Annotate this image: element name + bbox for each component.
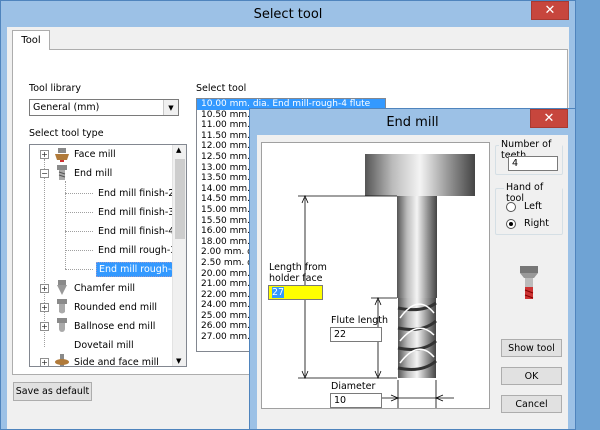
tool-type-label: Select tool type xyxy=(29,128,104,139)
expand-icon[interactable]: + xyxy=(40,358,49,366)
expand-icon[interactable]: + xyxy=(40,322,49,331)
scroll-up-icon[interactable]: ▲ xyxy=(176,146,181,154)
tree-item-label: Dovetail mill xyxy=(74,340,134,351)
expand-icon[interactable]: + xyxy=(40,303,49,312)
flute-length-label: Flute length xyxy=(331,315,388,326)
tool-holder xyxy=(365,154,475,196)
length-label-line2: holder face xyxy=(269,273,323,284)
close-icon: ✕ xyxy=(543,111,555,126)
length-field[interactable]: 27 xyxy=(268,285,323,300)
right-radio[interactable] xyxy=(506,219,516,229)
rounded-end-mill-icon xyxy=(57,299,67,314)
chevron-down-icon[interactable]: ▼ xyxy=(163,100,178,115)
scroll-down-icon[interactable]: ▼ xyxy=(176,357,181,365)
save-as-default-button[interactable]: Save as default xyxy=(13,382,92,401)
close-icon: ✕ xyxy=(544,3,556,18)
tree-item-label: Ballnose end mill xyxy=(74,321,156,332)
ok-label: OK xyxy=(524,370,539,382)
close-button[interactable]: ✕ xyxy=(531,1,569,20)
tree-item-label: Rounded end mill xyxy=(74,302,158,313)
show-tool-button[interactable]: Show tool xyxy=(501,339,562,357)
teeth-value: 4 xyxy=(512,158,519,169)
tree-item-label: End mill xyxy=(74,168,113,179)
teeth-group: Number of teeth 4 xyxy=(495,139,563,175)
diameter-field[interactable]: 10 xyxy=(330,393,382,408)
end-mill-dialog: End mill ✕ Length from holder face 27 Fl… xyxy=(249,108,576,430)
show-tool-label: Show tool xyxy=(508,342,555,354)
flute-length-value: 22 xyxy=(334,329,347,340)
window-title: Select tool xyxy=(253,6,323,22)
tool-library-select[interactable]: General (mm) ▼ xyxy=(29,99,179,116)
tool-shank xyxy=(397,196,437,298)
tree-item-label: End mill finish-3 xyxy=(98,207,175,218)
face-mill-icon xyxy=(55,148,69,162)
hand-group: Hand of tool Left Right xyxy=(495,182,563,235)
tool-library-value: General (mm) xyxy=(33,102,100,113)
tree-item-label: End mill finish-2 xyxy=(98,188,175,199)
tree-item-label: Side and face mill xyxy=(74,357,159,367)
tool-library-label: Tool library xyxy=(29,83,82,94)
tree-item-label: End mill finish-4 xyxy=(98,226,175,237)
tree-item-label-selected: End mill rough-4 xyxy=(96,262,181,277)
cancel-label: Cancel xyxy=(515,398,548,410)
length-value: 27 xyxy=(272,287,285,298)
scroll-thumb[interactable] xyxy=(175,159,185,239)
left-radio[interactable] xyxy=(506,202,516,212)
tree-scrollbar[interactable]: ▲ ▼ xyxy=(172,145,186,366)
end-mill-icon xyxy=(57,165,67,180)
tree-item-label: Chamfer mill xyxy=(74,283,136,294)
expand-icon[interactable]: + xyxy=(40,284,49,293)
select-tool-label: Select tool xyxy=(196,83,247,94)
tab-tool[interactable]: Tool xyxy=(12,30,50,50)
cancel-button[interactable]: Cancel xyxy=(501,395,562,413)
tree-item-label: Face mill xyxy=(74,149,116,160)
expand-icon[interactable]: + xyxy=(40,150,49,159)
end-mill-preview-icon xyxy=(520,266,538,299)
diameter-label: Diameter xyxy=(331,381,376,392)
dialog-close-button[interactable]: ✕ xyxy=(530,109,568,128)
tab-label: Tool xyxy=(21,35,41,46)
tool-diagram-panel: Length from holder face 27 Flute length … xyxy=(261,142,490,409)
tool-type-tree[interactable]: + Face mill − End mill End mill finish-2… xyxy=(29,144,187,367)
right-label: Right xyxy=(524,218,550,229)
side-face-mill-icon xyxy=(55,354,69,366)
chamfer-mill-icon xyxy=(57,280,67,295)
diameter-value: 10 xyxy=(334,395,347,406)
dialog-title: End mill xyxy=(386,114,439,130)
title-bar[interactable]: Select tool xyxy=(1,1,575,27)
dialog-client: Length from holder face 27 Flute length … xyxy=(257,135,568,429)
hand-right-option[interactable]: Right xyxy=(506,218,561,231)
tree-connector xyxy=(65,181,66,269)
teeth-field[interactable]: 4 xyxy=(508,156,558,171)
ballnose-end-mill-icon xyxy=(57,318,67,332)
tree-connector xyxy=(44,159,45,347)
dialog-title-bar[interactable]: End mill xyxy=(250,109,575,135)
hand-left-option[interactable]: Left xyxy=(506,201,561,214)
save-as-default-label: Save as default xyxy=(15,386,90,397)
length-label: Length from xyxy=(269,262,327,273)
ok-button[interactable]: OK xyxy=(501,367,562,385)
collapse-icon[interactable]: − xyxy=(40,169,49,178)
tree-item-label: End mill rough-3 xyxy=(98,245,177,256)
left-label: Left xyxy=(524,201,542,212)
flute-length-field[interactable]: 22 xyxy=(330,327,382,342)
